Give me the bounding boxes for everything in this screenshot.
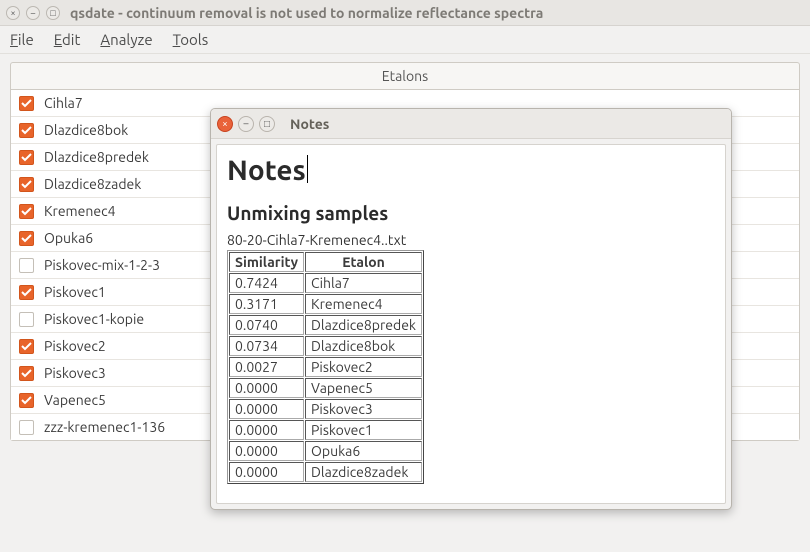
cell-similarity: 0.0000: [229, 462, 304, 482]
cell-etalon: Piskovec1: [305, 420, 422, 440]
minimize-icon[interactable]: –: [26, 6, 40, 20]
menu-file[interactable]: File: [10, 31, 34, 48]
cell-etalon: Dlazdice8bok: [305, 336, 422, 356]
checkbox[interactable]: [19, 96, 34, 111]
menu-tools[interactable]: Tools: [173, 31, 209, 48]
etalon-label: Piskovec1: [44, 284, 106, 300]
maximize-icon[interactable]: □: [259, 116, 275, 132]
cell-similarity: 0.0734: [229, 336, 304, 356]
notes-dialog: × – □ Notes Notes Unmixing samples 80-20…: [210, 108, 732, 510]
maximize-icon[interactable]: □: [46, 6, 60, 20]
cell-similarity: 0.0000: [229, 399, 304, 419]
notes-heading-1: Notes: [227, 155, 306, 186]
checkbox[interactable]: [19, 312, 34, 327]
table-row: 0.0027Piskovec2: [229, 357, 422, 377]
cell-similarity: 0.0740: [229, 315, 304, 335]
table-row: 0.3171Kremenec4: [229, 294, 422, 314]
dialog-title: Notes: [290, 116, 329, 132]
col-etalon: Etalon: [305, 252, 422, 272]
checkbox[interactable]: [19, 285, 34, 300]
etalon-label: Piskovec2: [44, 338, 106, 354]
checkbox[interactable]: [19, 420, 34, 435]
table-row: 0.0000Piskovec1: [229, 420, 422, 440]
table-row: 0.7424Cihla7: [229, 273, 422, 293]
close-icon[interactable]: ×: [217, 116, 233, 132]
checkbox[interactable]: [19, 258, 34, 273]
etalon-label: Piskovec1-kopie: [44, 311, 144, 327]
cell-similarity: 0.0000: [229, 441, 304, 461]
cell-similarity: 0.0027: [229, 357, 304, 377]
checkbox[interactable]: [19, 177, 34, 192]
table-row: 0.0000Piskovec3: [229, 399, 422, 419]
cell-similarity: 0.7424: [229, 273, 304, 293]
text-caret: [307, 155, 308, 183]
col-similarity: Similarity: [229, 252, 304, 272]
checkbox[interactable]: [19, 339, 34, 354]
etalon-label: Dlazdice8zadek: [44, 176, 141, 192]
table-row: 0.0000Opuka6: [229, 441, 422, 461]
menu-edit[interactable]: Edit: [54, 31, 81, 48]
etalon-label: Piskovec3: [44, 365, 106, 381]
etalon-label: Opuka6: [44, 230, 93, 246]
table-header-row: Similarity Etalon: [229, 252, 422, 272]
checkbox[interactable]: [19, 231, 34, 246]
menu-analyze[interactable]: Analyze: [100, 31, 152, 48]
cell-etalon: Kremenec4: [305, 294, 422, 314]
checkbox[interactable]: [19, 393, 34, 408]
menubar: File Edit Analyze Tools: [0, 26, 810, 54]
notes-editor[interactable]: Notes Unmixing samples 80-20-Cihla7-Krem…: [216, 144, 726, 504]
notes-caption: 80-20-Cihla7-Kremenec4..txt: [227, 232, 715, 248]
etalon-label: Piskovec-mix-1-2-3: [44, 257, 160, 273]
cell-similarity: 0.3171: [229, 294, 304, 314]
table-row: 0.0734Dlazdice8bok: [229, 336, 422, 356]
table-row: 0.0000Vapenec5: [229, 378, 422, 398]
notes-heading-2: Unmixing samples: [227, 202, 715, 224]
cell-etalon: Piskovec3: [305, 399, 422, 419]
similarity-table: Similarity Etalon 0.7424Cihla70.3171Krem…: [227, 250, 424, 484]
etalons-header[interactable]: Etalons: [11, 63, 799, 90]
etalon-label: Vapenec5: [44, 392, 106, 408]
close-icon[interactable]: ×: [6, 6, 20, 20]
minimize-icon[interactable]: –: [238, 116, 254, 132]
cell-etalon: Dlazdice8predek: [305, 315, 422, 335]
checkbox[interactable]: [19, 123, 34, 138]
etalon-label: Kremenec4: [44, 203, 115, 219]
checkbox[interactable]: [19, 204, 34, 219]
cell-similarity: 0.0000: [229, 378, 304, 398]
dialog-titlebar[interactable]: × – □ Notes: [211, 109, 731, 139]
cell-etalon: Piskovec2: [305, 357, 422, 377]
etalon-label: Dlazdice8predek: [44, 149, 149, 165]
checkbox[interactable]: [19, 150, 34, 165]
table-row: 0.0000Dlazdice8zadek: [229, 462, 422, 482]
etalon-label: Dlazdice8bok: [44, 122, 128, 138]
checkbox[interactable]: [19, 366, 34, 381]
table-row: 0.0740Dlazdice8predek: [229, 315, 422, 335]
window-title: qsdate - continuum removal is not used t…: [70, 5, 543, 21]
cell-etalon: Vapenec5: [305, 378, 422, 398]
cell-etalon: Opuka6: [305, 441, 422, 461]
cell-similarity: 0.0000: [229, 420, 304, 440]
main-titlebar: × – □ qsdate - continuum removal is not …: [0, 0, 810, 26]
cell-etalon: Cihla7: [305, 273, 422, 293]
cell-etalon: Dlazdice8zadek: [305, 462, 422, 482]
etalon-label: zzz-kremenec1-136: [44, 419, 165, 435]
etalon-label: Cihla7: [44, 95, 83, 111]
